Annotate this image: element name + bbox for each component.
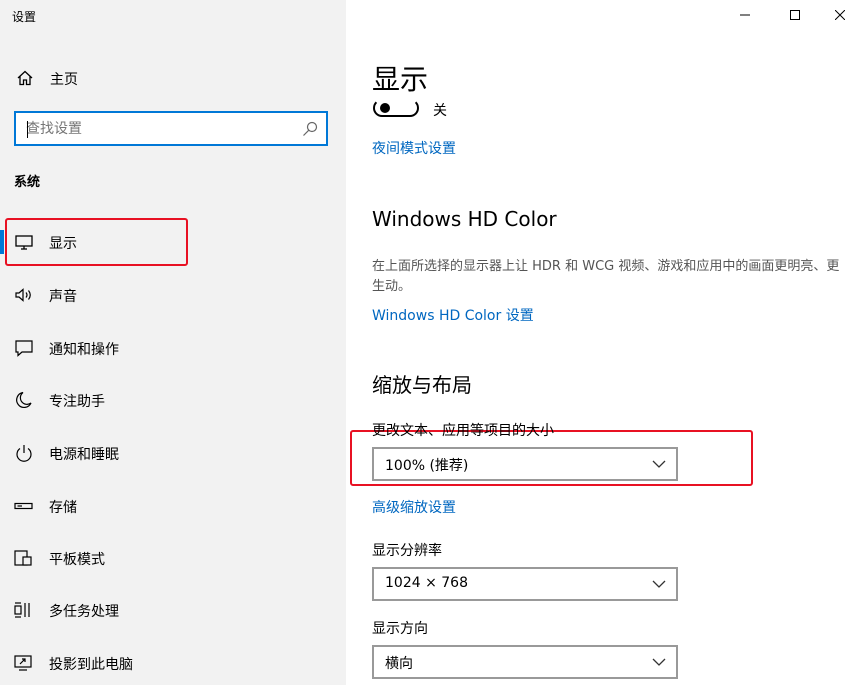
- speaker-icon: [15, 288, 31, 302]
- sidebar-item-label: 平板模式: [49, 552, 105, 568]
- selection-indicator: [0, 230, 4, 254]
- sidebar: 设置 主页 系统 显示 声音: [0, 0, 346, 685]
- sidebar-item-label: 多任务处理: [49, 604, 119, 620]
- sidebar-item-label: 显示: [49, 236, 77, 252]
- sidebar-item-label: 电源和睡眠: [49, 447, 119, 463]
- power-icon: [16, 445, 32, 462]
- hd-color-title: Windows HD Color: [372, 207, 557, 231]
- multitask-icon: [14, 602, 30, 618]
- chevron-down-icon: [652, 658, 666, 666]
- chevron-down-icon: [652, 580, 666, 588]
- sidebar-item-sound[interactable]: 声音: [0, 275, 346, 315]
- hd-color-settings-link[interactable]: Windows HD Color 设置: [372, 305, 534, 325]
- home-icon: [17, 70, 33, 86]
- nav-home[interactable]: 主页: [0, 64, 346, 92]
- search-input[interactable]: [26, 119, 296, 139]
- hd-color-description: 在上面所选择的显示器上让 HDR 和 WCG 视频、游戏和应用中的画面更明亮、更…: [372, 259, 840, 294]
- sidebar-item-notifications[interactable]: 通知和操作: [0, 328, 346, 368]
- sidebar-item-label: 声音: [49, 289, 77, 305]
- sidebar-item-label: 投影到此电脑: [49, 657, 133, 673]
- sidebar-item-storage[interactable]: 存储: [0, 486, 346, 526]
- search-icon[interactable]: [302, 121, 318, 137]
- advanced-scaling-link[interactable]: 高级缩放设置: [372, 497, 456, 517]
- nav-home-label: 主页: [50, 72, 78, 88]
- toggle-knob: [380, 103, 390, 113]
- resolution-label: 显示分辨率: [372, 543, 442, 559]
- section-label-system: 系统: [14, 175, 41, 190]
- sidebar-item-label: 存储: [49, 500, 77, 516]
- sidebar-item-project-to-pc[interactable]: 投影到此电脑: [0, 643, 346, 683]
- sidebar-item-focus-assist[interactable]: 专注助手: [0, 380, 346, 420]
- page-title: 显示: [372, 63, 429, 96]
- night-light-toggle[interactable]: [373, 99, 419, 117]
- moon-icon: [16, 391, 32, 409]
- sidebar-item-label: 通知和操作: [49, 342, 119, 358]
- orientation-select[interactable]: 横向: [372, 645, 678, 679]
- scale-label: 更改文本、应用等项目的大小: [372, 423, 554, 439]
- resolution-value: 1024 × 768: [385, 575, 468, 591]
- main-content: 显示 关 夜间模式设置 Windows HD Color 在上面所选择的显示器上…: [346, 0, 865, 685]
- sidebar-item-power[interactable]: 电源和睡眠: [0, 433, 346, 473]
- chevron-down-icon: [652, 460, 666, 468]
- sidebar-item-multitasking[interactable]: 多任务处理: [0, 590, 346, 630]
- monitor-icon: [15, 235, 33, 250]
- night-light-state: 关: [433, 103, 447, 119]
- scale-value: 100% (推荐): [385, 458, 469, 474]
- resolution-select[interactable]: 1024 × 768: [372, 567, 678, 601]
- scale-select[interactable]: 100% (推荐): [372, 447, 678, 481]
- tablet-icon: [14, 550, 32, 566]
- text-caret: [27, 121, 28, 138]
- sidebar-item-tablet-mode[interactable]: 平板模式: [0, 538, 346, 578]
- sidebar-item-label: 专注助手: [49, 394, 105, 410]
- orientation-label: 显示方向: [372, 621, 428, 637]
- night-light-settings-link[interactable]: 夜间模式设置: [372, 138, 456, 158]
- search-box[interactable]: [14, 111, 328, 146]
- orientation-value: 横向: [385, 656, 413, 672]
- storage-icon: [14, 502, 33, 510]
- scale-layout-title: 缩放与布局: [372, 373, 472, 397]
- project-icon: [14, 655, 32, 671]
- sidebar-item-display[interactable]: 显示: [0, 222, 346, 262]
- notification-icon: [15, 340, 33, 357]
- window-title: 设置: [12, 10, 37, 24]
